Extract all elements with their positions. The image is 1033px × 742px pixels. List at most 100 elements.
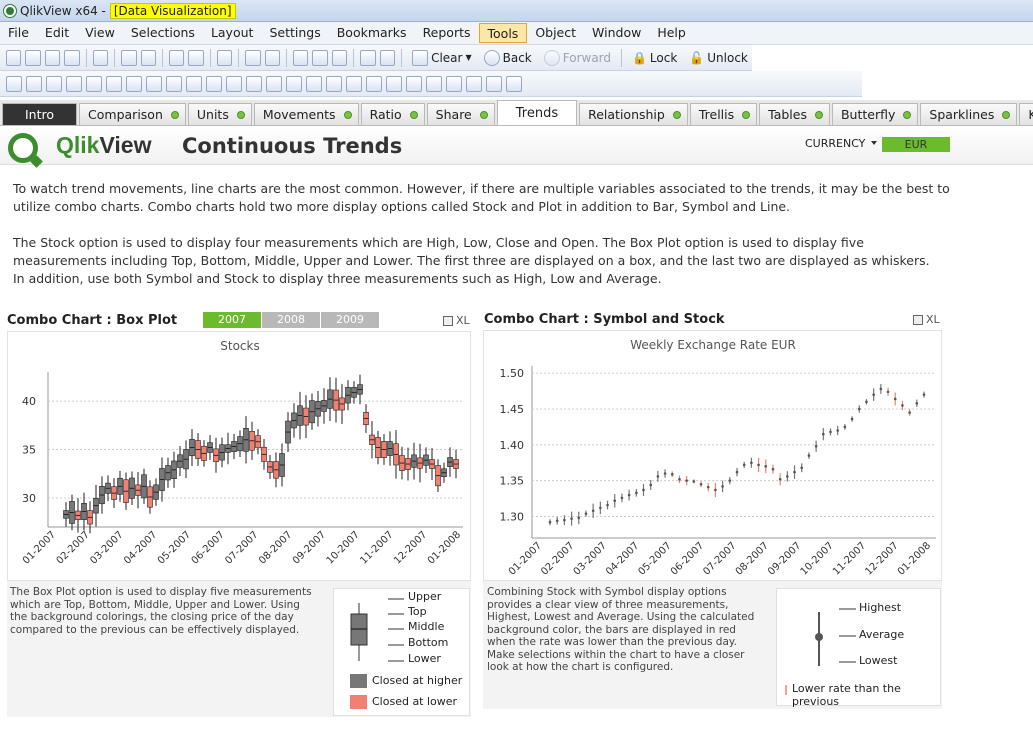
tab-units[interactable]: Units [187, 103, 252, 125]
menu-edit[interactable]: Edit [37, 23, 77, 43]
menu-reports[interactable]: Reports [415, 23, 479, 43]
layout-icon[interactable] [406, 75, 422, 92]
context-help-icon[interactable] [379, 49, 396, 66]
add-bookmark-icon[interactable] [312, 49, 328, 66]
chevron-down-icon[interactable] [506, 75, 522, 92]
xl-label: XL [456, 314, 470, 327]
input-box-icon[interactable] [126, 75, 142, 92]
tab-trellis[interactable]: Trellis [689, 103, 758, 125]
search-object-icon[interactable] [286, 75, 302, 92]
bookmark-object-icon[interactable] [266, 75, 282, 92]
average-symbol [627, 493, 631, 497]
year-2007[interactable]: 2007 [203, 312, 262, 328]
open-icon[interactable] [25, 49, 41, 66]
average-symbol [901, 404, 904, 407]
xl-export-button[interactable]: XL [443, 314, 470, 327]
custom-object-icon[interactable] [326, 75, 342, 92]
tab-comparison[interactable]: Comparison [79, 103, 186, 125]
box-plot-chart[interactable]: Stocks 30 35 40 01-2007 02-2007 03-2007 04-2007… [7, 331, 471, 581]
line-arrow-icon[interactable] [206, 75, 222, 92]
tab-status-icon [903, 110, 912, 119]
button-icon[interactable] [166, 75, 182, 92]
legend-highest: Highest [859, 601, 902, 614]
forward-button[interactable]: Forward [540, 49, 615, 66]
print-icon[interactable] [443, 315, 453, 326]
edit-script-icon[interactable] [121, 49, 137, 66]
report-icon[interactable] [466, 75, 482, 92]
menu-settings[interactable]: Settings [261, 23, 328, 43]
clear-button[interactable]: Clear ▼ [408, 49, 476, 66]
new-icon[interactable] [6, 49, 22, 66]
menu-help[interactable]: Help [649, 23, 694, 43]
tab-ratio[interactable]: Ratio [360, 103, 425, 125]
search-icon[interactable] [216, 49, 233, 66]
redo-icon[interactable] [188, 49, 204, 66]
menu-window[interactable]: Window [584, 23, 649, 43]
multi-box-icon[interactable] [66, 75, 82, 92]
clear-icon [412, 49, 429, 66]
design-icon[interactable] [331, 49, 348, 66]
format-painter-icon[interactable] [346, 75, 362, 92]
standard-toolbar: Clear ▼ Back Forward 🔒 Lock 🔓 Unlock [0, 45, 752, 71]
container-icon[interactable] [306, 75, 322, 92]
tab-sparklines[interactable]: Sparklines [920, 103, 1018, 125]
stock-chart[interactable]: Weekly Exchange Rate EUR 1.30 1.35 1.40 1.45… [483, 330, 942, 581]
lock-button[interactable]: 🔒 Lock [628, 51, 681, 65]
reload-icon[interactable] [44, 49, 61, 66]
tab-trends[interactable]: Trends [496, 100, 578, 125]
help-icon[interactable] [360, 49, 376, 66]
chart-icon[interactable] [106, 75, 122, 92]
x-tick-label: 01-2007 [21, 529, 58, 566]
back-button[interactable]: Back [480, 49, 536, 66]
year-2008[interactable]: 2008 [262, 312, 321, 328]
menu-bookmarks[interactable]: Bookmarks [329, 23, 415, 43]
text-object-icon[interactable] [186, 75, 202, 92]
average-symbol [656, 475, 660, 478]
chevron-down-icon[interactable]: ▼ [465, 53, 471, 62]
tab-relationship[interactable]: Relationship [579, 103, 688, 125]
x-tick-label: 07-2007 [223, 529, 260, 566]
tab-share[interactable]: Share [426, 103, 495, 125]
list-box-icon[interactable] [46, 75, 62, 92]
new-sheet-icon[interactable] [6, 75, 22, 92]
variable-icon[interactable] [486, 75, 502, 92]
average-symbol [692, 480, 696, 483]
slider-icon[interactable] [226, 75, 242, 92]
chart-wizard-icon[interactable] [264, 49, 281, 66]
menu-layout[interactable]: Layout [203, 23, 262, 43]
menu-file[interactable]: File [0, 23, 37, 43]
statistics-box-icon[interactable] [246, 75, 262, 92]
average-symbol [670, 472, 674, 476]
expression-icon[interactable] [446, 75, 462, 92]
undo-icon[interactable] [168, 49, 185, 66]
currency-dropdown-icon[interactable] [871, 141, 877, 145]
tab-movements[interactable]: Movements [253, 103, 359, 125]
stock-chart-description: Combining Stock with Symbol display opti… [487, 586, 755, 673]
save-icon[interactable] [64, 49, 80, 66]
average-symbol [606, 503, 609, 507]
align-icon[interactable] [366, 75, 382, 92]
menu-selections[interactable]: Selections [123, 23, 203, 43]
print-icon[interactable] [913, 314, 923, 325]
properties-icon[interactable] [426, 75, 442, 92]
reload-data-icon[interactable] [140, 49, 156, 66]
tab-kpi[interactable]: KPI [1019, 103, 1033, 125]
tab-intro[interactable]: Intro [2, 103, 78, 125]
tab-tables[interactable]: Tables [759, 103, 830, 125]
menu-view[interactable]: View [77, 23, 123, 43]
unlock-button[interactable]: 🔓 Unlock [685, 51, 752, 65]
print-icon[interactable] [92, 49, 109, 66]
menu-object[interactable]: Object [527, 23, 584, 43]
tab-butterfly[interactable]: Butterfly [831, 103, 919, 125]
properties-icon[interactable] [245, 49, 261, 66]
xl-export-button-right[interactable]: XL [913, 313, 940, 326]
tab-status-icon [479, 110, 488, 119]
grid-icon[interactable] [386, 75, 402, 92]
sheet-properties-icon[interactable] [26, 75, 42, 92]
current-selections-icon[interactable] [146, 75, 162, 92]
currency-value[interactable]: EUR [882, 137, 950, 152]
bookmark-star-icon[interactable] [292, 49, 309, 66]
table-box-icon[interactable] [86, 75, 102, 92]
menu-tools[interactable]: Tools [478, 23, 528, 43]
year-2009[interactable]: 2009 [321, 312, 380, 328]
